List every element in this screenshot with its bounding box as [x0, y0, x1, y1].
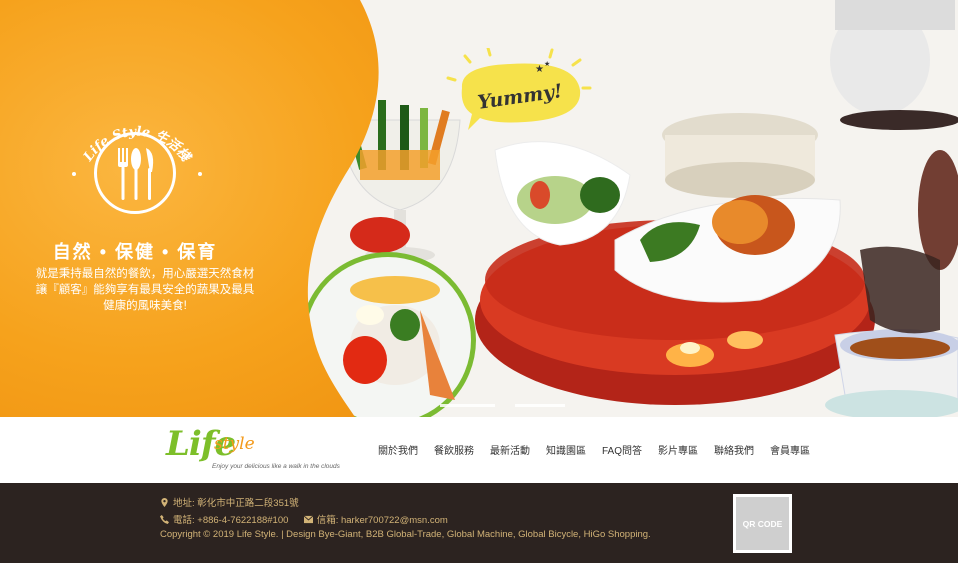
hero-banner: Life Style 生活棧 自然 • 保健 • 保育 就是秉持最自然的餐飲，用…: [0, 0, 958, 417]
nav-item-dining[interactable]: 餐飲服務: [426, 442, 482, 457]
svg-text:★: ★: [535, 64, 544, 75]
logo-tagline: Enjoy your delicious like a walk in the …: [212, 463, 340, 470]
hero-desc-line: 讓『顧客』能夠享有最具安全的蔬果及最具: [35, 284, 255, 296]
slider-dot[interactable]: [440, 404, 495, 407]
hero-description: 就是秉持最自然的餐飲，用心嚴選天然食材 讓『顧客』能夠享有最具安全的蔬果及最具 …: [20, 266, 270, 314]
mail-icon: [303, 515, 313, 524]
footer-phone: 電話: +886-4-7622188#100: [173, 515, 289, 526]
footer-contact: 電話: +886-4-7622188#100 信箱: harker700722@…: [160, 512, 448, 526]
footer-copyright: Copyright © 2019 Life Style. | Design By…: [160, 529, 651, 540]
location-pin-icon: [161, 498, 168, 507]
footer-address-text: 地址: 彰化市中正路二段351號: [173, 498, 299, 509]
hero-title: 自然 • 保健 • 保育: [52, 242, 218, 262]
footer-address: 地址: 彰化市中正路二段351號: [160, 495, 299, 509]
nav-item-members[interactable]: 會員專區: [762, 442, 818, 457]
slider-dot-active[interactable]: [515, 404, 565, 407]
svg-text:★: ★: [544, 60, 550, 68]
nav-item-about[interactable]: 關於我們: [370, 442, 426, 457]
qr-code: QR CODE: [733, 494, 792, 553]
nav-item-contact[interactable]: 聯絡我們: [706, 442, 762, 457]
nav-item-faq[interactable]: FAQ問答: [594, 442, 650, 457]
footer: [0, 483, 958, 563]
footer-email[interactable]: 信箱: harker700722@msn.com: [317, 515, 448, 526]
qr-code-label: QR CODE: [736, 497, 789, 550]
slider-pagination[interactable]: [440, 404, 570, 408]
logo-sub-text: style: [214, 434, 255, 454]
nav-item-videos[interactable]: 影片專區: [650, 442, 706, 457]
nav-item-knowledge[interactable]: 知識園區: [538, 442, 594, 457]
main-nav: 關於我們 餐飲服務 最新活動 知識園區 FAQ問答 影片專區 聯絡我們 會員專區: [370, 442, 818, 457]
phone-icon: [160, 515, 169, 524]
page: Life Style 生活棧 自然 • 保健 • 保育 就是秉持最自然的餐飲，用…: [0, 0, 958, 563]
hero-desc-line: 健康的風味美食!: [103, 300, 187, 312]
hero-desc-line: 就是秉持最自然的餐飲，用心嚴選天然食材: [35, 268, 255, 280]
utensils-icon: [118, 148, 154, 200]
nav-item-events[interactable]: 最新活動: [482, 442, 538, 457]
